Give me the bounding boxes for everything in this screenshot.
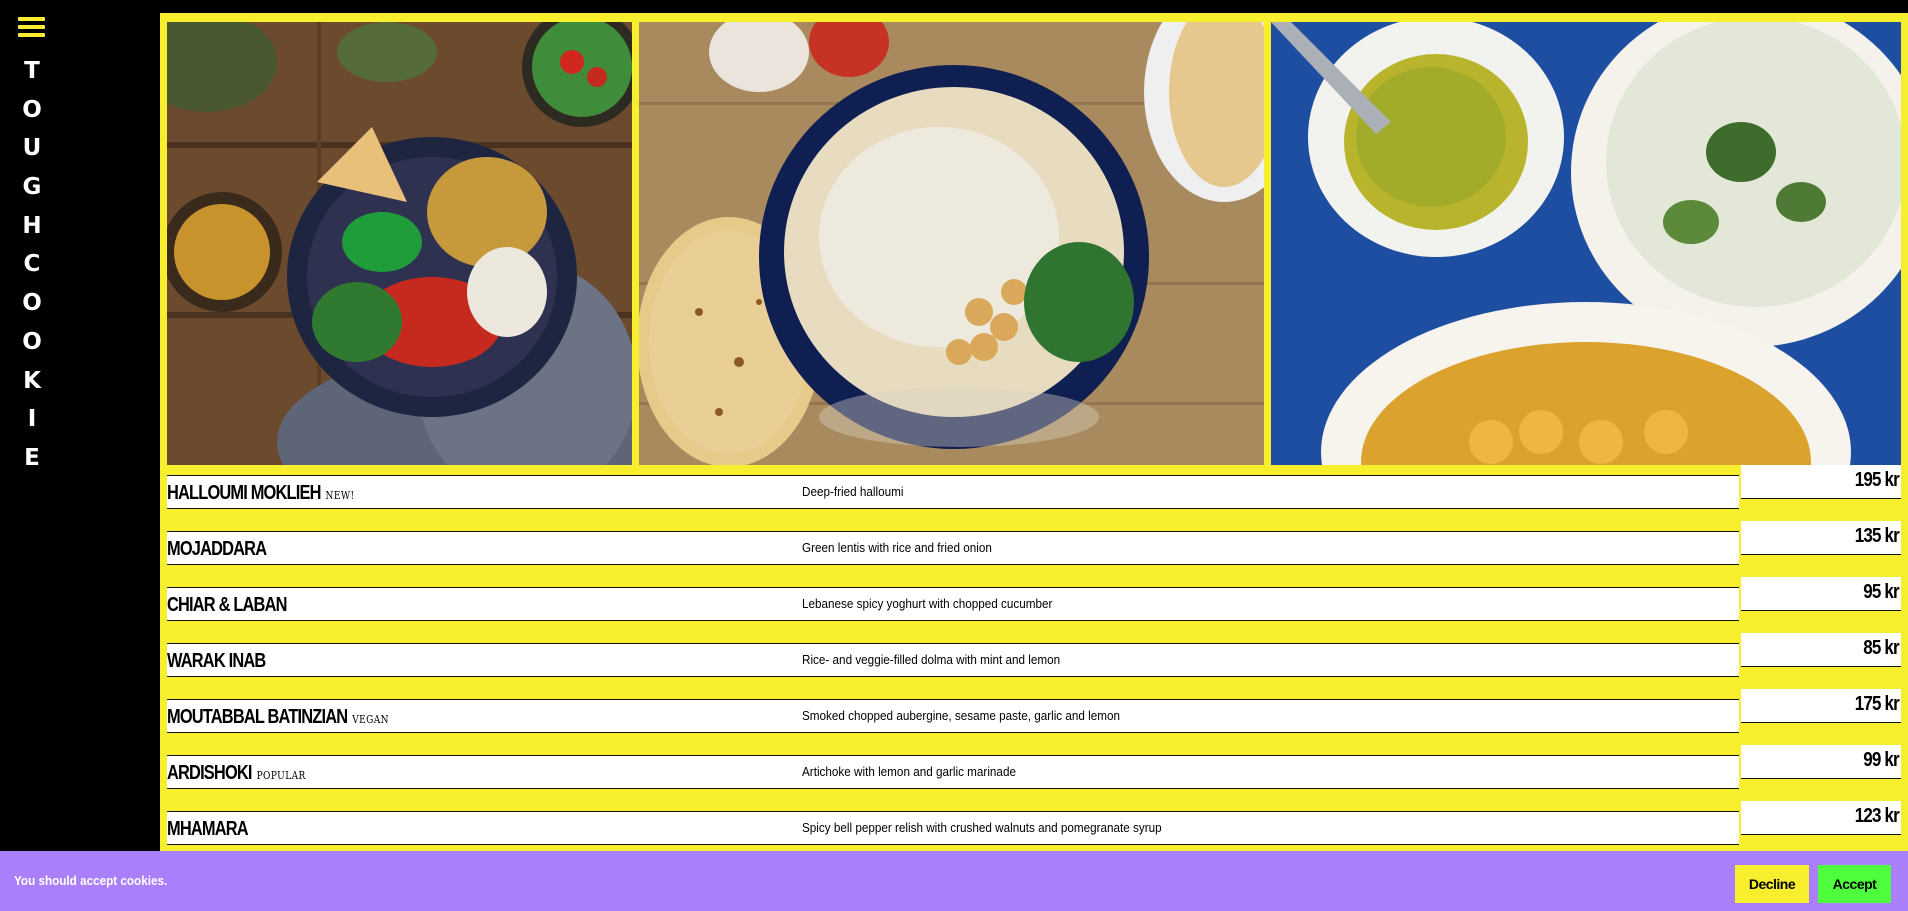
dish-price: 95 kr (1863, 581, 1900, 603)
dish-cell: ARDISHOKI POPULAR Artichoke with lemon an… (167, 755, 1739, 789)
dish-description: Green lentis with rice and fried onion (802, 540, 992, 555)
price-cell: 95 kr (1741, 577, 1901, 611)
dish-description: Lebanese spicy yoghurt with chopped cucu… (802, 596, 1053, 611)
logo-letter: O (22, 328, 42, 355)
dish-title: ARDISHOKI (167, 762, 252, 784)
food-photo-dips (1271, 22, 1901, 465)
cookie-message: You should accept cookies. (14, 873, 168, 888)
logo-letter: T (24, 58, 40, 84)
dish-title: MHAMARA (167, 818, 249, 840)
price-cell: 123 kr (1741, 801, 1901, 835)
price-cell: 85 kr (1741, 633, 1901, 667)
dish-title: HALLOUMI MOKLIEH (167, 482, 321, 504)
dish-description: Artichoke with lemon and garlic marinade (802, 764, 1016, 779)
dish-name: CHIAR & LABAN (167, 594, 292, 617)
menu-row: WARAK INAB Rice- and veggie-filled dolma… (167, 633, 1901, 689)
dish-cell: MOJADDARA Green lentis with rice and fri… (167, 531, 1739, 565)
dish-price: 175 kr (1854, 693, 1900, 715)
dish-name: HALLOUMI MOKLIEH NEW! (167, 482, 355, 505)
dish-tag-badge: NEW! (325, 489, 355, 502)
accept-cookies-button[interactable]: Accept (1818, 865, 1891, 903)
dish-title: MOUTABBAL BATINZIAN (167, 706, 348, 728)
decline-cookies-button[interactable]: Decline (1735, 865, 1809, 903)
menu-row: ARDISHOKI POPULAR Artichoke with lemon an… (167, 745, 1901, 801)
dish-price: 85 kr (1863, 637, 1900, 659)
menu-row: HALLOUMI MOKLIEH NEW! Deep-fried halloumi… (167, 465, 1901, 521)
dish-price: 99 kr (1863, 749, 1900, 771)
logo-letter: I (27, 406, 37, 433)
logo-letter: O (22, 290, 42, 317)
sidebar: T O U G H C O O K I E (0, 0, 160, 911)
dish-cell: HALLOUMI MOKLIEH NEW! Deep-fried halloumi (167, 475, 1739, 509)
dish-price: 135 kr (1854, 525, 1900, 547)
dish-name: MHAMARA (167, 818, 253, 841)
logo-letter: C (23, 251, 41, 278)
menu-row: CHIAR & LABAN Lebanese spicy yoghurt wit… (167, 577, 1901, 633)
logo-letter: H (22, 212, 42, 239)
dish-title: WARAK INAB (167, 650, 266, 672)
hamburger-menu-icon[interactable] (18, 17, 45, 37)
dish-name: MOJADDARA (167, 538, 271, 561)
dish-description: Rice- and veggie-filled dolma with mint … (802, 652, 1061, 667)
dish-price: 123 kr (1854, 805, 1900, 827)
dish-cell: MOUTABBAL BATINZIAN VEGAN Smoked chopped … (167, 699, 1739, 733)
logo-letter: U (22, 135, 42, 162)
food-photo-hummus (639, 22, 1264, 465)
cookie-banner: You should accept cookies. Decline Accep… (0, 851, 1908, 911)
dish-description: Deep-fried halloumi (802, 484, 904, 499)
dish-tag-badge: POPULAR (256, 769, 306, 782)
dish-name: MOUTABBAL BATINZIAN VEGAN (167, 706, 389, 729)
price-cell: 195 kr (1741, 465, 1901, 499)
brand-logo: T O U G H C O O K I E (22, 52, 42, 478)
price-cell: 99 kr (1741, 745, 1901, 779)
dish-name: WARAK INAB (167, 650, 270, 673)
logo-letter: K (23, 367, 41, 394)
menu-panel: HALLOUMI MOKLIEH NEW! Deep-fried halloumi… (160, 13, 1908, 911)
dish-title: CHIAR & LABAN (167, 594, 287, 616)
menu-row: MHAMARA Spicy bell pepper relish with cr… (167, 801, 1901, 857)
logo-letter: G (22, 174, 42, 201)
price-cell: 175 kr (1741, 689, 1901, 723)
dish-description: Smoked chopped aubergine, sesame paste, … (802, 708, 1121, 723)
dish-price: 195 kr (1854, 469, 1900, 491)
logo-letter: O (22, 96, 42, 123)
dish-description: Spicy bell pepper relish with crushed wa… (802, 820, 1162, 835)
dish-cell: WARAK INAB Rice- and veggie-filled dolma… (167, 643, 1739, 677)
dish-title: MOJADDARA (167, 538, 267, 560)
food-photo-salad-bowl (167, 22, 632, 465)
menu-row: MOJADDARA Green lentis with rice and fri… (167, 521, 1901, 577)
dish-tag-badge: VEGAN (352, 713, 389, 726)
menu-row: MOUTABBAL BATINZIAN VEGAN Smoked chopped … (167, 689, 1901, 745)
logo-letter: E (24, 444, 40, 471)
price-cell: 135 kr (1741, 521, 1901, 555)
dish-name: ARDISHOKI POPULAR (167, 762, 306, 785)
dish-cell: CHIAR & LABAN Lebanese spicy yoghurt wit… (167, 587, 1739, 621)
dish-cell: MHAMARA Spicy bell pepper relish with cr… (167, 811, 1739, 845)
